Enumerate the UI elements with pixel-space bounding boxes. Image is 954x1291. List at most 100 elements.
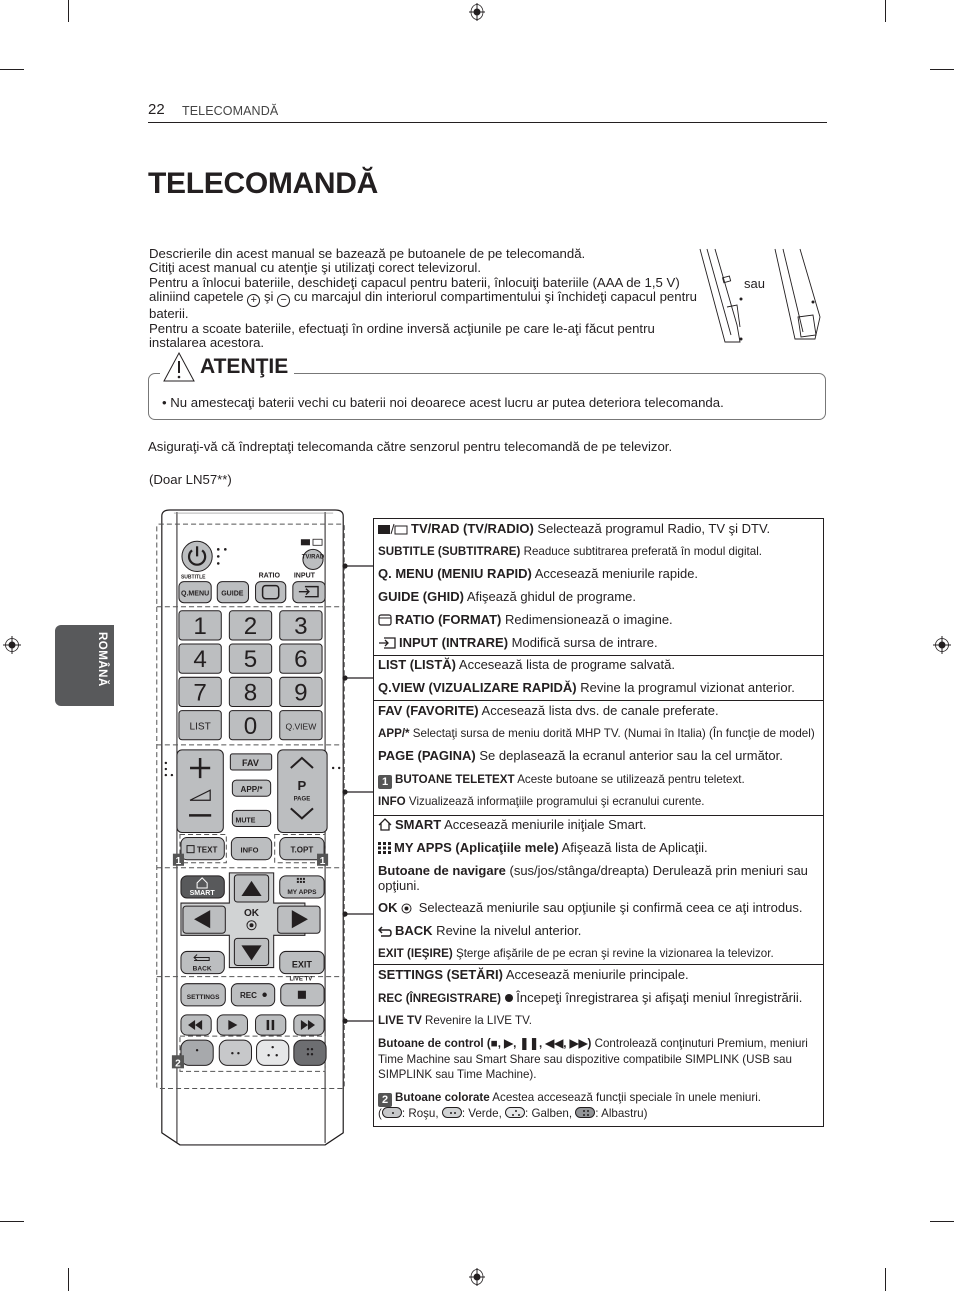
table-row: INPUT (INTRARE) Modifică sursa de intrar… (378, 635, 819, 650)
table-section-number-buttons: LIST (LISTĂ) Accesează lista de programe… (374, 656, 823, 701)
back-arrow-icon (378, 926, 392, 937)
list-key-label: LIST (189, 722, 210, 733)
digit-label: 7 (193, 679, 206, 706)
plus-terminal-icon: + (247, 294, 261, 308)
svg-text:MY APPS: MY APPS (287, 889, 317, 896)
table-row: SMART Accesează meniurile iniţiale Smart… (378, 817, 819, 832)
crop-mark (68, 1268, 69, 1291)
digit-label: 3 (294, 613, 307, 640)
intro-text: Descrierile din acest manual se bazează … (149, 246, 709, 351)
digit-label: 2 (244, 613, 257, 640)
svg-text:BACK: BACK (193, 966, 212, 973)
svg-text:FAV: FAV (242, 758, 259, 768)
svg-text:GUIDE: GUIDE (221, 591, 244, 598)
table-row: INFO Vizualizează informaţiile programul… (378, 795, 705, 808)
running-section-title: TELECOMANDĂ (182, 104, 279, 118)
table-row: EXIT (IEŞIRE) Şterge afişările de pe ecr… (378, 947, 774, 960)
intro-line: Descrierile din acest manual se bazează … (149, 246, 586, 261)
digit-key-0-label: 0 (244, 713, 257, 740)
table-row: TV/RAD (TV/RADIO) Selectează programul R… (378, 521, 819, 536)
remote-control-illustration: .b { fill: #bcbec0; stroke: #231f20; str… (156, 509, 345, 1146)
table-row: Butoane de control (■, ▶, ❚❚, ◀◀, ▶▶) Co… (378, 1037, 808, 1081)
table-row: 1 BUTOANE TELETEXT Aceste butoane se util… (378, 772, 819, 789)
digit-label: 6 (294, 646, 307, 673)
sensor-instruction: Asiguraţi-vă că îndreptaţi telecomanda c… (148, 439, 673, 454)
digit-label: 1 (193, 613, 206, 640)
table-row: GUIDE (GHID) Afişează ghidul de programe… (378, 589, 636, 604)
crop-mark (0, 69, 24, 70)
and-word: şi (263, 289, 274, 305)
crop-mark (885, 0, 886, 22)
svg-text:TV/RAD: TV/RAD (302, 554, 325, 560)
record-dot-icon (504, 994, 513, 1002)
table-section-navigation: SMART Accesează meniurile iniţiale Smart… (374, 816, 823, 965)
table-row: LIVE TV Revenire la LIVE TV. (378, 1014, 533, 1027)
button-description-table: TV/RAD (TV/RADIO) Selectează programul R… (373, 518, 824, 1127)
registration-mark-icon (468, 1268, 486, 1286)
table-section-volume-page: FAV (FAVORITE) Accesează lista dvs. de c… (374, 701, 823, 816)
table-row: RATIO (FORMAT) Redimensionează o imagine… (378, 612, 819, 627)
qview-key-label: Q.VIEW (285, 722, 317, 732)
svg-text:REC: REC (240, 991, 257, 1000)
digit-label: 4 (193, 646, 206, 673)
crop-mark (885, 1268, 886, 1291)
table-row: REC (ÎNREGISTRARE) Începeţi înregistrare… (378, 990, 803, 1005)
page-header: 22 TELECOMANDĂ (148, 101, 827, 123)
table-row: Q.VIEW (VIZUALIZARE RAPIDĂ) Revine la pr… (378, 680, 795, 695)
table-row: Butoane de navigare (sus/jos/stânga/drea… (378, 863, 808, 893)
registration-mark-icon (933, 636, 951, 654)
table-row: OK Selectează meniurile sau opţiunile şi… (378, 900, 803, 915)
model-note: (Doar LN57**) (149, 472, 232, 487)
svg-text:EXIT: EXIT (292, 960, 313, 970)
svg-text:MUTE: MUTE (235, 817, 255, 824)
page-title: TELECOMANDĂ (148, 167, 379, 200)
svg-text:TEXT: TEXT (197, 846, 218, 855)
table-row: PAGE (PAGINA) Se deplasează la ecranul a… (378, 748, 783, 763)
attention-title: ATENŢIE (200, 355, 289, 378)
transport-symbols: (■, ▶, ❚❚, ◀◀, ▶▶) (483, 1037, 592, 1050)
digit-label: 8 (244, 679, 257, 706)
crop-mark (68, 0, 69, 22)
crop-mark (930, 1221, 954, 1222)
table-row: SUBTITLE (SUBTITRARE) Readuce subtitrare… (378, 545, 763, 558)
red-button-icon (381, 1107, 402, 1118)
table-row: BACK Revine la nivelul anterior. (378, 923, 819, 938)
intro-line: Pentru a scoate bateriile, efectuaţi în … (149, 320, 655, 351)
svg-text:OK: OK (244, 908, 260, 919)
language-tab-label: ROMÂNĂ (96, 632, 108, 687)
svg-text:1: 1 (176, 856, 182, 867)
input-icon (379, 637, 396, 649)
table-row: Q. MENU (MENIU RAPID) Accesează meniuril… (378, 566, 699, 581)
svg-text:APP/*: APP/* (241, 785, 264, 794)
my-apps-grid-icon (378, 842, 391, 854)
intro-line: Pentru a înlocui bateriile, deschideţi c… (149, 275, 709, 322)
table-row: (: Roşu, : Verde, : Galben, : Albastru) (378, 1107, 648, 1120)
crop-mark (0, 1221, 24, 1222)
ok-circle-icon (401, 903, 412, 914)
svg-text:INFO: INFO (240, 846, 258, 855)
svg-text:1: 1 (320, 856, 326, 867)
table-row: MY APPS (Aplicaţiile mele) Afişează list… (378, 840, 819, 855)
table-row: APP/* Selectaţi sursa de meniu dorită MH… (378, 727, 815, 740)
ratio-icon (378, 614, 392, 626)
svg-text:SETTINGS: SETTINGS (187, 994, 220, 1001)
svg-text:LIVE TV: LIVE TV (289, 977, 312, 983)
table-row: LIST (LISTĂ) Accesează lista de programe… (378, 657, 675, 672)
svg-text:SUBTITLE: SUBTITLE (181, 575, 206, 581)
blue-button-icon (575, 1107, 596, 1118)
minus-terminal-icon: − (277, 294, 291, 308)
table-section-settings-color: SETTINGS (SETĂRI) Accesează meniurile pr… (374, 965, 823, 1128)
crop-mark (930, 69, 954, 70)
svg-text:2: 2 (175, 1058, 181, 1069)
svg-text:INPUT: INPUT (294, 573, 316, 580)
registration-mark-icon (468, 3, 486, 21)
svg-text:Q.MENU: Q.MENU (181, 591, 209, 598)
yellow-button-icon (505, 1107, 526, 1118)
table-row: 2 Butoane colorate Acestea accesează func… (378, 1090, 819, 1107)
table-section-top-buttons: TV/RAD (TV/RADIO) Selectează programul R… (374, 519, 823, 656)
svg-text:SMART: SMART (190, 890, 216, 897)
tv-radio-icon (378, 523, 408, 535)
page-number: 22 (148, 101, 165, 118)
digit-label: 9 (294, 679, 307, 706)
callout-badge-1: 1 (378, 775, 392, 789)
